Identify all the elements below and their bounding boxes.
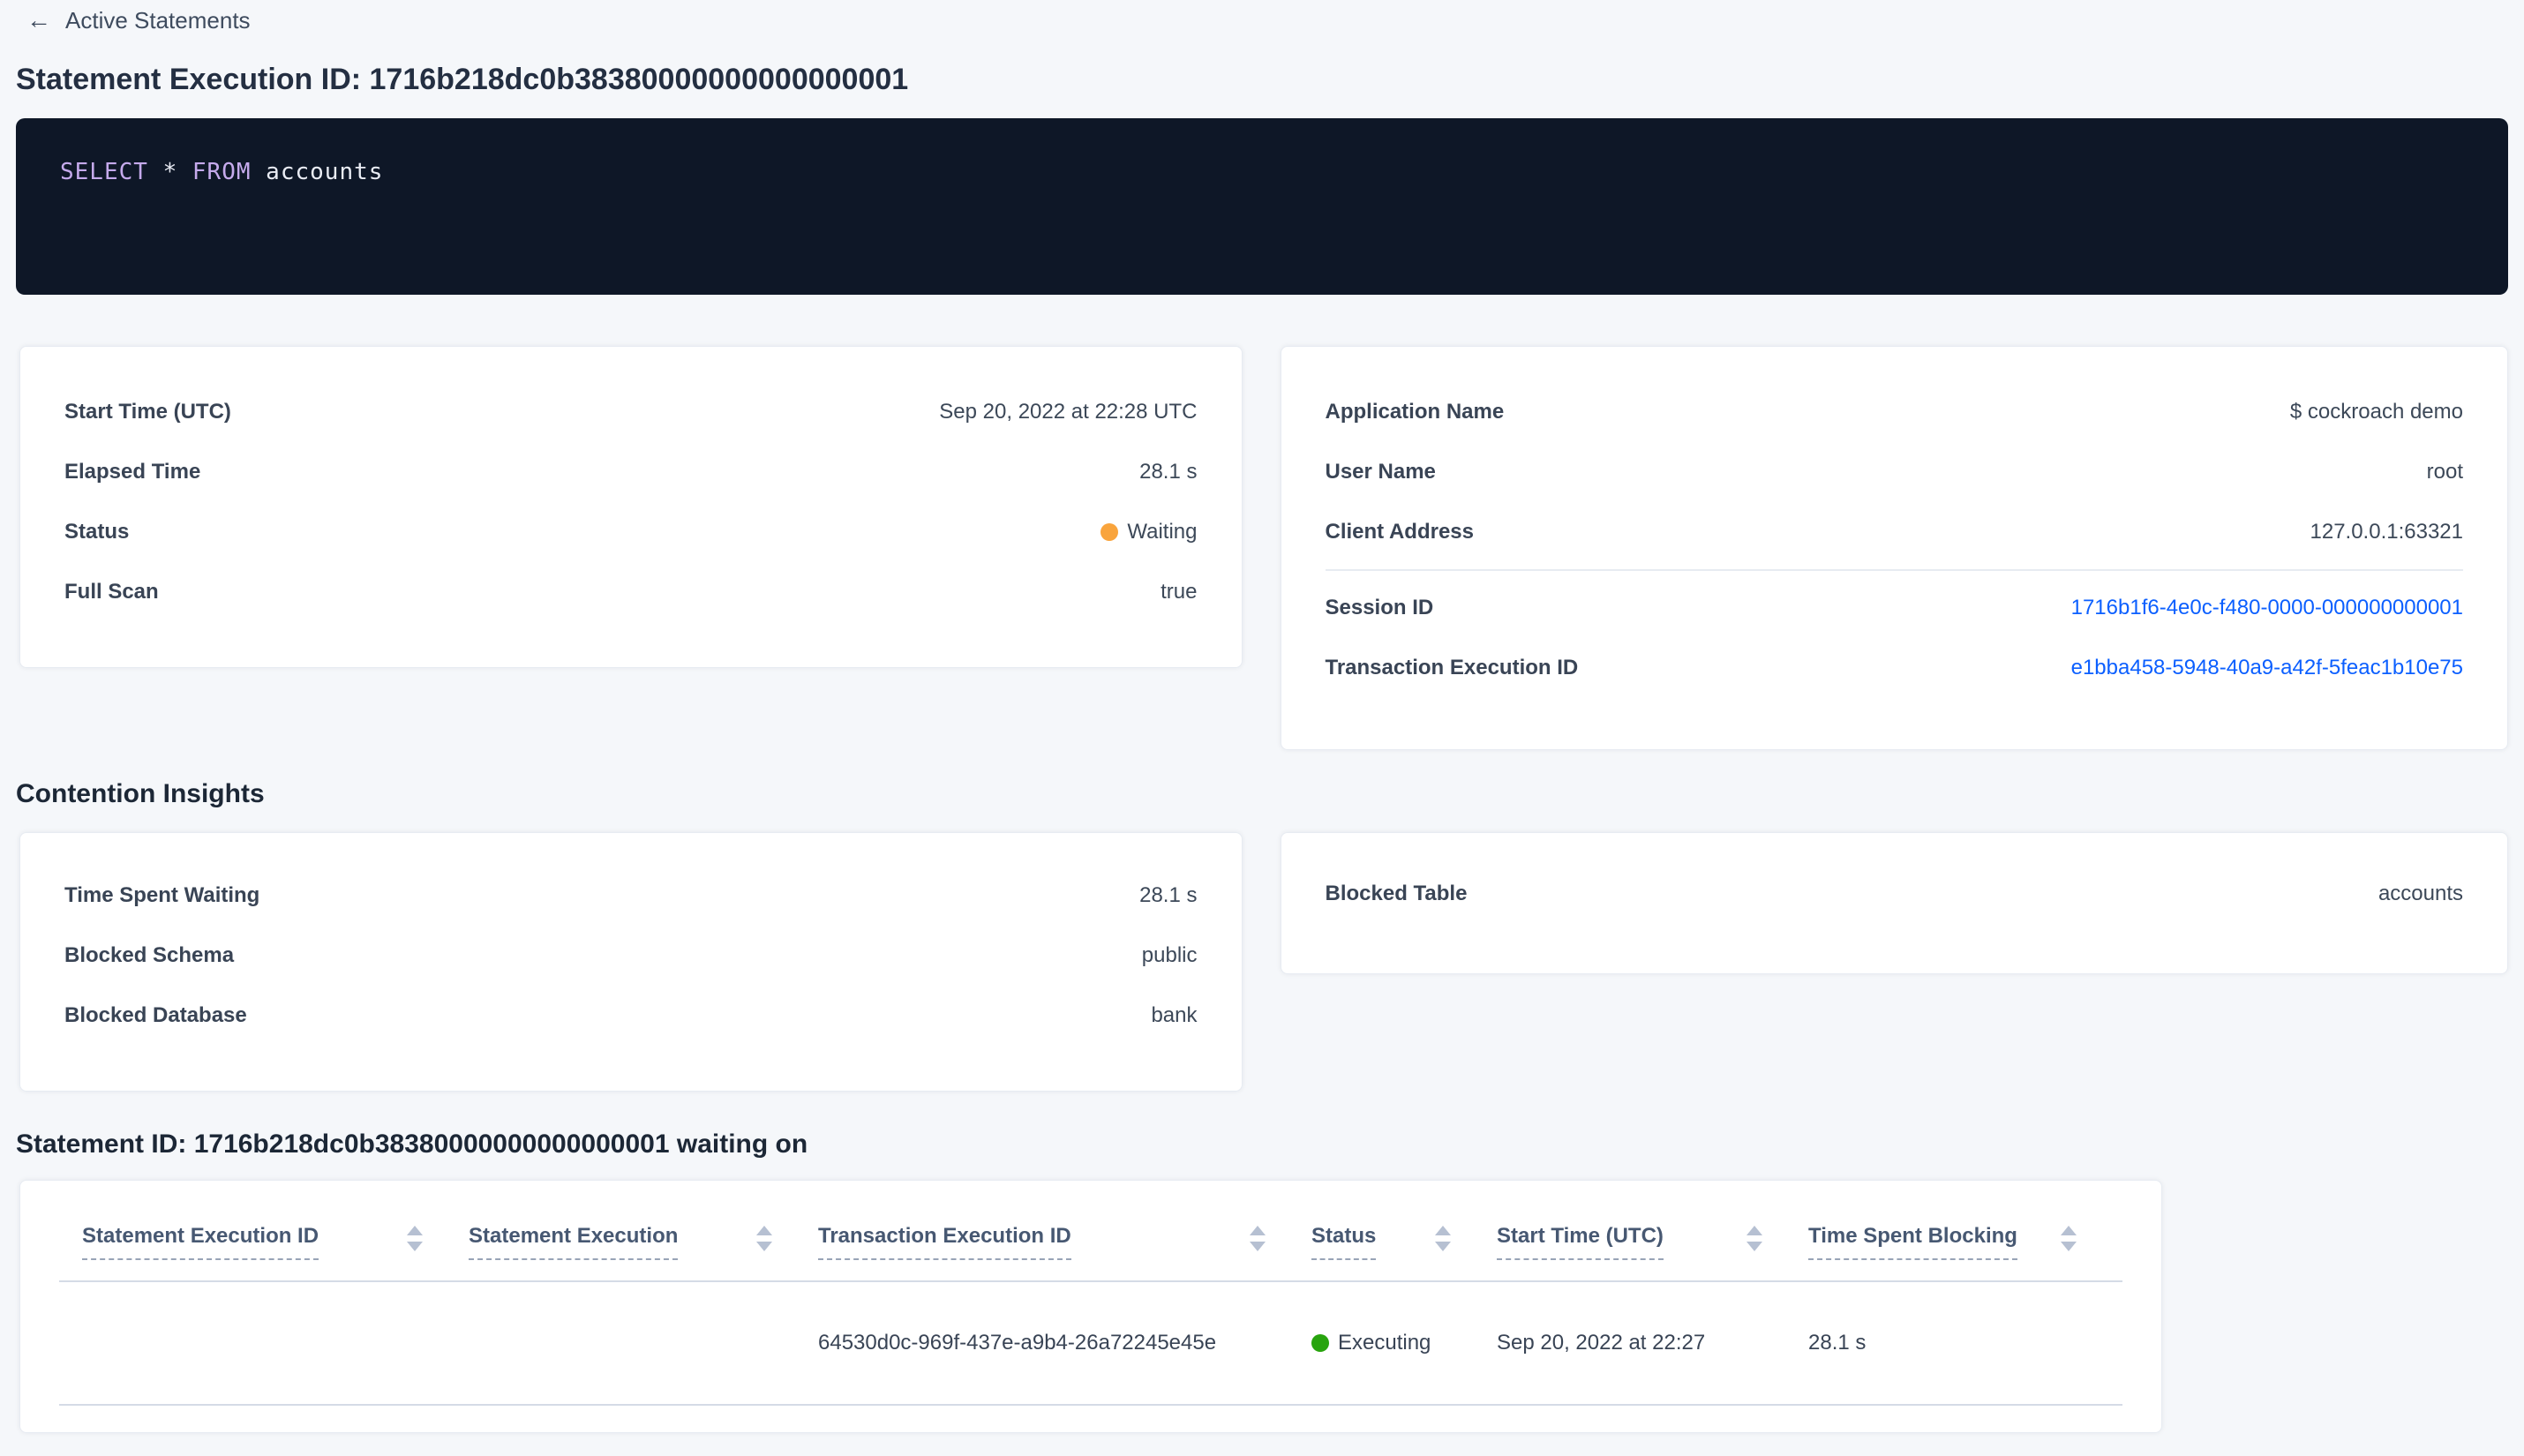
- back-link-label: Active Statements: [65, 7, 251, 34]
- detail-value: 28.1 s: [1139, 460, 1198, 484]
- column-header-label: Statement Execution: [469, 1223, 679, 1260]
- transaction-execution-id-link[interactable]: e1bba458-5948-40a9-a42f-5feac1b10e75: [2071, 656, 2463, 680]
- detail-label: Blocked Schema: [64, 943, 235, 967]
- table-row-divider: [59, 1404, 2122, 1406]
- column-header-label: Start Time (UTC): [1497, 1223, 1664, 1260]
- cell-time-spent-blocking: 28.1 s: [1808, 1331, 1867, 1355]
- cell-transaction-execution-id: 64530d0c-969f-437e-a9b4-26a72245e45e: [818, 1331, 1217, 1355]
- detail-label: User Name: [1325, 460, 1436, 484]
- status-waiting-dot-icon: [1100, 523, 1119, 541]
- sql-star: *: [162, 159, 178, 185]
- status-executing-dot-icon: [1311, 1334, 1329, 1352]
- page-title: Statement Execution ID: 1716b218dc0b3838…: [16, 63, 909, 96]
- status-text: Executing: [1338, 1331, 1431, 1355]
- column-header-status[interactable]: Status: [1311, 1223, 1497, 1260]
- detail-value: accounts: [2378, 882, 2463, 905]
- detail-value: true: [1161, 580, 1198, 604]
- detail-label: Elapsed Time: [64, 460, 201, 484]
- column-header-label: Status: [1311, 1223, 1377, 1260]
- detail-label: Application Name: [1325, 400, 1505, 424]
- detail-row-application-name: Application Name $ cockroach demo: [1326, 382, 2464, 442]
- detail-value: 28.1 s: [1139, 883, 1198, 907]
- detail-row-blocked-database: Blocked Database bank: [64, 986, 1198, 1046]
- column-header-statement-execution[interactable]: Statement Execution: [469, 1223, 818, 1260]
- detail-label: Blocked Table: [1325, 882, 1468, 905]
- detail-row-blocked-schema: Blocked Schema public: [64, 926, 1198, 986]
- sql-statement-box: SELECT * FROM accounts: [16, 118, 2508, 295]
- column-header-transaction-execution-id[interactable]: Transaction Execution ID: [818, 1223, 1311, 1260]
- column-header-time-spent-blocking[interactable]: Time Spent Blocking: [1808, 1223, 2122, 1260]
- detail-label: Client Address: [1325, 520, 1474, 544]
- table-header-row: Statement Execution ID Statement Executi…: [20, 1181, 2161, 1260]
- sql-table-name: accounts: [266, 159, 384, 185]
- column-header-statement-execution-id[interactable]: Statement Execution ID: [82, 1223, 469, 1260]
- session-details-card: Application Name $ cockroach demo User N…: [1280, 346, 2508, 750]
- contention-insights-card: Time Spent Waiting 28.1 s Blocked Schema…: [19, 832, 1243, 1092]
- sql-statement: SELECT * FROM accounts: [60, 159, 2464, 185]
- detail-row-full-scan: Full Scan true: [64, 562, 1198, 622]
- cell-status: Executing: [1311, 1331, 1497, 1355]
- detail-row-time-spent-waiting: Time Spent Waiting 28.1 s: [64, 866, 1198, 926]
- detail-label: Transaction Execution ID: [1325, 656, 1579, 679]
- detail-row-start-time: Start Time (UTC) Sep 20, 2022 at 22:28 U…: [64, 382, 1198, 442]
- detail-row-session-id: Session ID 1716b1f6-4e0c-f480-0000-00000…: [1326, 578, 2464, 638]
- back-arrow-icon: ←: [26, 6, 51, 34]
- detail-value: bank: [1151, 1003, 1198, 1027]
- detail-row-transaction-execution-id: Transaction Execution ID e1bba458-5948-4…: [1326, 638, 2464, 698]
- column-header-start-time[interactable]: Start Time (UTC): [1497, 1223, 1808, 1260]
- detail-label: Start Time (UTC): [64, 400, 231, 424]
- sql-keyword-select: SELECT: [60, 159, 148, 185]
- sort-icon[interactable]: [2061, 1223, 2077, 1251]
- detail-row-elapsed-time: Elapsed Time 28.1 s: [64, 442, 1198, 502]
- detail-row-status: Status Waiting: [64, 502, 1198, 562]
- column-header-label: Time Spent Blocking: [1808, 1223, 2017, 1260]
- sort-icon[interactable]: [407, 1223, 423, 1251]
- detail-value: public: [1141, 943, 1198, 967]
- contention-insights-heading: Contention Insights: [16, 779, 265, 808]
- detail-label: Full Scan: [64, 580, 159, 604]
- waiting-on-heading: Statement ID: 1716b218dc0b38380000000000…: [16, 1130, 808, 1159]
- status-text: Waiting: [1127, 520, 1198, 544]
- waiting-statements-table: Statement Execution ID Statement Executi…: [19, 1180, 2162, 1433]
- sort-icon[interactable]: [1747, 1223, 1762, 1251]
- detail-value: 127.0.0.1:63321: [2310, 520, 2464, 544]
- detail-label: Time Spent Waiting: [64, 883, 260, 907]
- table-row[interactable]: 64530d0c-969f-437e-a9b4-26a72245e45e Exe…: [20, 1282, 2161, 1404]
- execution-details-card: Start Time (UTC) Sep 20, 2022 at 22:28 U…: [19, 346, 1243, 668]
- detail-value: $ cockroach demo: [2289, 400, 2463, 424]
- detail-label: Session ID: [1325, 596, 1434, 619]
- detail-row-client-address: Client Address 127.0.0.1:63321: [1326, 502, 2464, 562]
- back-link[interactable]: ← Active Statements: [26, 0, 251, 34]
- active-statement-details-page: ← Active Statements Statement Execution …: [0, 0, 2524, 1433]
- detail-label: Blocked Database: [64, 1003, 247, 1027]
- sort-icon[interactable]: [1435, 1223, 1451, 1251]
- detail-row-user-name: User Name root: [1326, 442, 2464, 502]
- column-header-label: Statement Execution ID: [82, 1223, 319, 1260]
- detail-label: Status: [64, 520, 130, 544]
- column-header-label: Transaction Execution ID: [818, 1223, 1071, 1260]
- sort-icon[interactable]: [1250, 1223, 1266, 1251]
- detail-value: Sep 20, 2022 at 22:28 UTC: [939, 400, 1198, 424]
- detail-value: root: [2426, 460, 2463, 484]
- sql-keyword-from: FROM: [192, 159, 252, 185]
- blocked-table-card: Blocked Table accounts: [1280, 832, 2508, 974]
- detail-value: Waiting: [1100, 520, 1198, 544]
- detail-row-blocked-table: Blocked Table accounts: [1326, 864, 2464, 924]
- card-divider: [1325, 569, 2463, 571]
- cell-start-time: Sep 20, 2022 at 22:27: [1497, 1331, 1706, 1355]
- sort-icon[interactable]: [756, 1223, 772, 1251]
- session-id-link[interactable]: 1716b1f6-4e0c-f480-0000-000000000001: [2071, 596, 2463, 620]
